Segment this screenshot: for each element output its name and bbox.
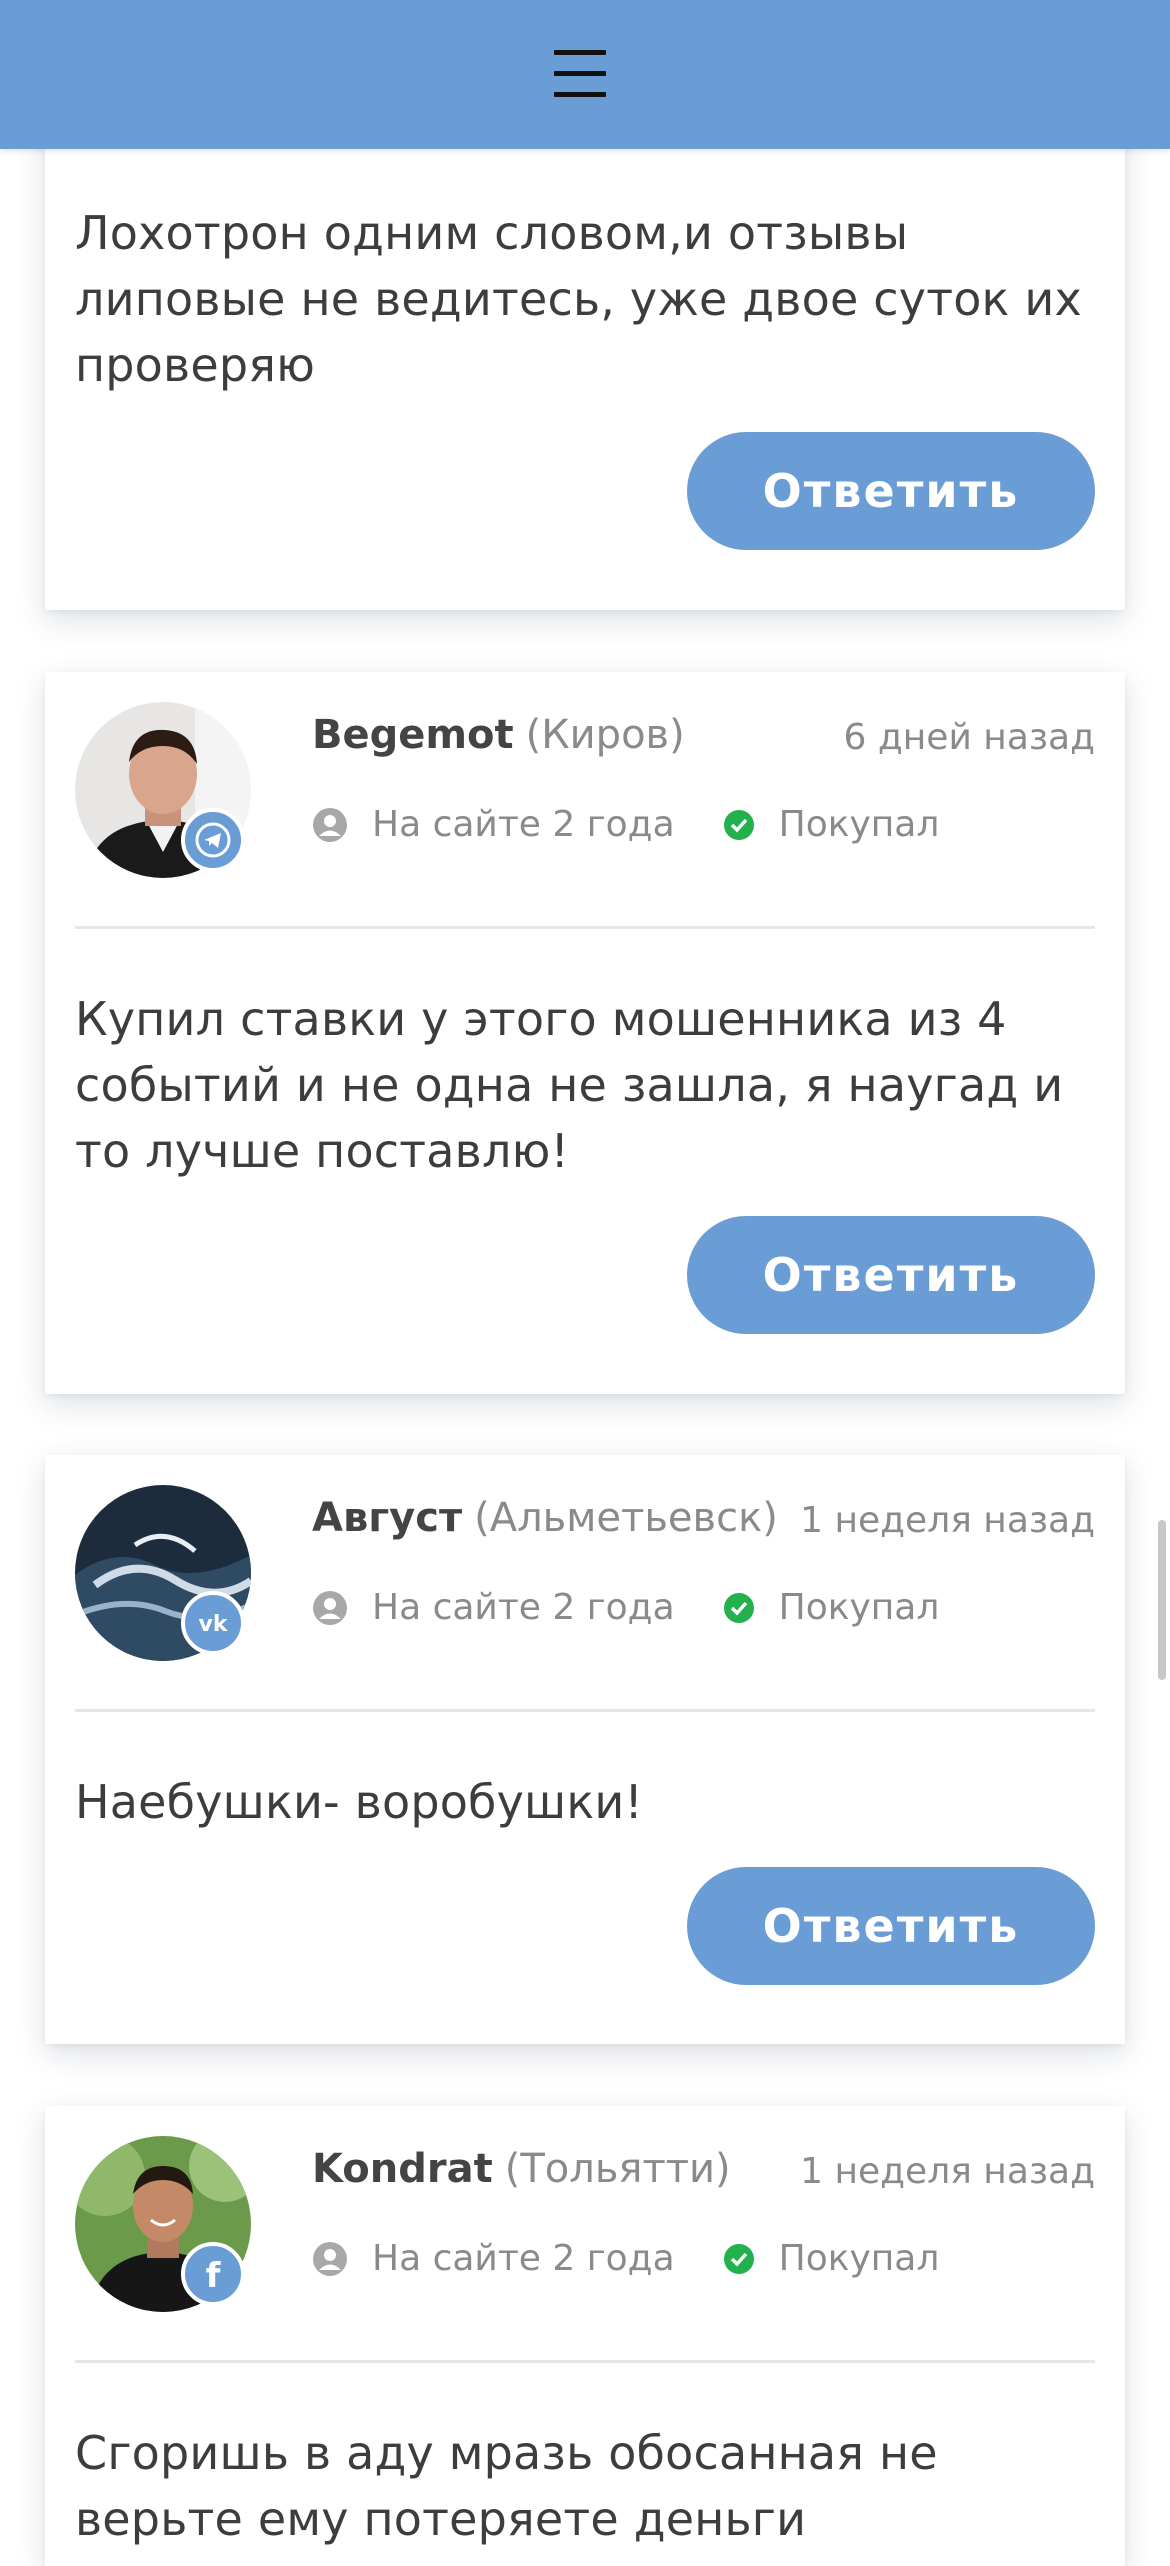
divider: [75, 926, 1095, 929]
divider: [75, 2360, 1095, 2363]
purchase-status: Покупал: [778, 1587, 940, 1628]
hamburger-menu-icon[interactable]: [545, 44, 615, 104]
author-city: (Киров): [525, 712, 685, 758]
comment-text: Наебушки- воробушки!: [75, 1775, 644, 1829]
comment-text: Лохотрон одним словом,и отзывы липовые н…: [75, 206, 1082, 392]
user-icon: [313, 2241, 347, 2276]
avatar[interactable]: [75, 702, 251, 878]
vk-icon: vk: [181, 1591, 245, 1655]
author-name[interactable]: Begemot: [312, 712, 514, 758]
purchase-status: Покупал: [778, 2238, 940, 2279]
check-icon: [723, 1592, 754, 1623]
timestamp: 1 неделя назад: [800, 1500, 1095, 1541]
author-line: Begemot (Киров): [312, 712, 685, 758]
author-name[interactable]: Kondrat: [312, 2146, 493, 2192]
user-icon: [313, 807, 347, 842]
comment-text: Купил ставки у этого мошенника из 4 собы…: [75, 992, 1064, 1178]
author-name[interactable]: Август: [312, 1495, 462, 1541]
comment-card: vk Август (Альметьевск) 1 неделя назад На…: [45, 1455, 1125, 2044]
avatar[interactable]: f: [75, 2136, 251, 2312]
svg-text:vk: vk: [199, 1612, 229, 1637]
avatar[interactable]: vk: [75, 1485, 251, 1661]
purchase-status: Покупал: [778, 804, 940, 845]
telegram-icon: [181, 808, 245, 872]
timestamp: 6 дней назад: [843, 717, 1095, 758]
author-line: Kondrat (Тольятти): [312, 2146, 731, 2192]
comment-text: Сгоришь в аду мразь обосанная не верьте …: [75, 2426, 938, 2546]
reply-button[interactable]: Ответить: [687, 1867, 1095, 1985]
svg-text:f: f: [206, 2256, 222, 2294]
author-line: Август (Альметьевск): [312, 1495, 778, 1541]
comment-card: f Kondrat (Тольятти) 1 неделя назад На са…: [45, 2106, 1125, 2566]
facebook-icon: f: [181, 2242, 245, 2306]
scrollbar[interactable]: [1158, 1520, 1166, 1680]
reply-button[interactable]: Ответить: [687, 432, 1095, 550]
author-meta: На сайте 2 года Покупал: [312, 804, 939, 845]
member-since: На сайте 2 года: [372, 1587, 675, 1628]
member-since: На сайте 2 года: [372, 2238, 675, 2279]
divider: [75, 1709, 1095, 1712]
reply-button[interactable]: Ответить: [687, 1216, 1095, 1334]
member-since: На сайте 2 года: [372, 804, 675, 845]
top-bar: [0, 0, 1170, 149]
author-city: (Тольятти): [504, 2146, 731, 2192]
check-icon: [723, 809, 754, 840]
author-meta: На сайте 2 года Покупал: [312, 1587, 939, 1628]
author-meta: На сайте 2 года Покупал: [312, 2238, 939, 2279]
user-icon: [313, 1590, 347, 1625]
check-icon: [723, 2243, 754, 2274]
author-city: (Альметьевск): [474, 1495, 778, 1541]
timestamp: 1 неделя назад: [800, 2151, 1095, 2192]
comment-card: Лохотрон одним словом,и отзывы липовые н…: [45, 100, 1125, 610]
comment-card: Begemot (Киров) 6 дней назад На сайте 2 г…: [45, 672, 1125, 1394]
